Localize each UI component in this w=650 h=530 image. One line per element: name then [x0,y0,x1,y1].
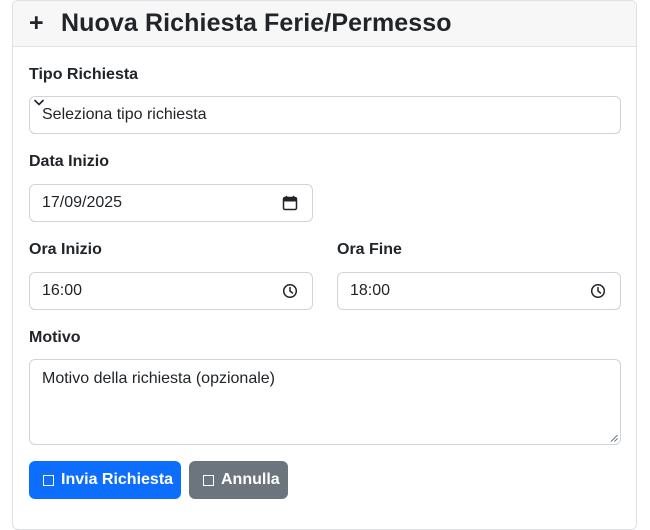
ora-fine-label: Ora Fine [337,241,402,258]
ora-inizio-input[interactable]: 16:00 [29,272,313,310]
submit-request-label: Invia Richiesta [61,471,174,488]
cancel-button[interactable]: Annulla [189,461,288,499]
clock-icon[interactable] [282,283,298,299]
resize-handle-icon[interactable] [610,434,618,442]
calendar-icon[interactable] [282,195,298,211]
tipo-richiesta-select[interactable]: Seleziona tipo richiesta [29,96,621,134]
motivo-placeholder: Motivo della richiesta (opzionale) [42,370,275,387]
tipo-richiesta-label: Tipo Richiesta [29,66,139,83]
clock-icon[interactable] [590,283,606,299]
page-title: Nuova Richiesta Ferie/Permesso [61,9,452,37]
tipo-richiesta-value: Seleziona tipo richiesta [42,106,207,123]
cancel-label: Annulla [221,471,280,488]
ora-inizio-label: Ora Inizio [29,241,102,258]
plus-icon: + [29,9,44,37]
data-inizio-label: Data Inizio [29,153,110,170]
data-inizio-value: 17/09/2025 [42,194,123,211]
ora-inizio-value: 16:00 [42,282,83,299]
submit-request-button[interactable]: Invia Richiesta [29,461,181,499]
ora-fine-input[interactable]: 18:00 [337,272,621,310]
card-header: + Nuova Richiesta Ferie/Permesso [13,1,636,47]
motivo-label: Motivo [29,329,81,346]
motivo-textarea[interactable]: Motivo della richiesta (opzionale) [29,359,621,445]
square-icon [43,474,54,486]
data-inizio-input[interactable]: 17/09/2025 [29,184,313,222]
ora-fine-value: 18:00 [350,282,391,299]
square-icon [203,474,214,486]
